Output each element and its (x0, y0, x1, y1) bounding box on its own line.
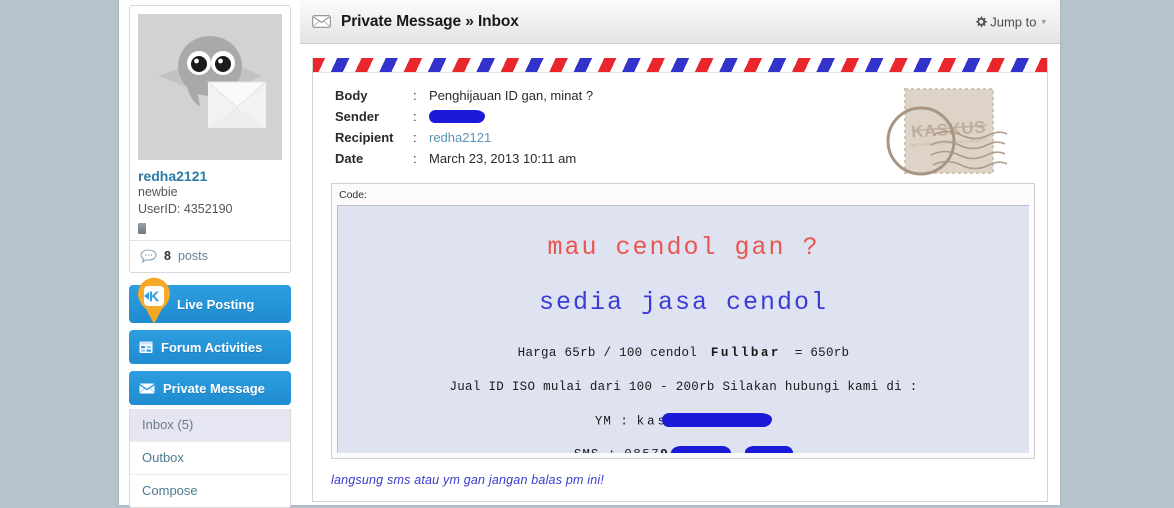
sidebar-item-forum-activities[interactable]: Forum Activities (129, 330, 291, 364)
message-footer-note: langsung sms atau ym gan jangan balas pm… (331, 473, 605, 487)
sidebar-item-private-message[interactable]: Private Message (129, 371, 291, 405)
page-title-separator: » (465, 12, 474, 30)
code-ym-label: YM : (594, 414, 629, 429)
main-content: Private Message » Inbox Jump to ▾ Body:… (300, 0, 1060, 505)
profile-rank: newbie (138, 185, 178, 199)
code-sms-label: SMS : (574, 447, 617, 453)
field-value-sender (429, 108, 593, 129)
code-sms-value: 0857 (624, 447, 660, 453)
jump-to-label: Jump to (990, 14, 1037, 29)
code-sms-line: SMS : 08579 (338, 445, 1029, 453)
code-headline-blue: sedia jasa cendol (538, 287, 829, 317)
posts-count: 8 (164, 249, 171, 263)
submenu-item-inbox[interactable]: Inbox (5) (130, 409, 290, 442)
profile-card: redha2121 newbie UserID: 4352190 8 posts (129, 5, 291, 273)
table-row: Sender : (335, 108, 593, 129)
sidebar-item-label: Forum Activities (161, 339, 263, 355)
field-label: Date (335, 151, 364, 166)
field-colon: : (413, 151, 417, 166)
page-title-primary: Private Message (341, 12, 461, 30)
avatar[interactable] (138, 14, 282, 160)
airmail-border (313, 58, 1047, 73)
field-label: Sender (335, 109, 380, 124)
field-colon: : (413, 109, 417, 124)
redaction-mark (745, 446, 794, 453)
field-label: Recipient (335, 130, 394, 145)
sidebar-item-label: Live Posting (177, 296, 255, 312)
field-value-date: March 23, 2013 10:11 am (429, 151, 577, 166)
sidebar-nav: K Live Posting Forum Activities Private … (129, 277, 291, 508)
member-badge-icon (138, 223, 146, 234)
field-label: Body (335, 88, 368, 103)
message-fields-table: Body : Penghijauan ID gan, minat ? Sende… (335, 87, 593, 171)
svg-text:K: K (149, 288, 159, 304)
field-colon: : (413, 130, 417, 145)
jump-to-button[interactable]: Jump to ▾ (975, 14, 1046, 29)
calendar-grid-icon (139, 341, 153, 353)
code-sell-line: Jual ID ISO mulai dari 100 - 200rb Silak… (449, 379, 918, 394)
table-row: Date : March 23, 2013 10:11 am (335, 150, 593, 171)
submenu-item-compose[interactable]: Compose (130, 475, 290, 507)
code-price-suffix: = 650rb (794, 345, 850, 360)
code-block-content: mau cendol gan ? sedia jasa cendol Harga… (337, 205, 1029, 453)
table-row: Body : Penghijauan ID gan, minat ? (335, 87, 593, 108)
speech-bubble-icon (140, 249, 157, 263)
profile-userid: UserID: 4352190 (138, 202, 233, 216)
redaction-mark (662, 413, 773, 428)
kaskus-pin-icon: K (138, 277, 170, 324)
code-block: Code: mau cendol gan ? sedia jasa cendol… (331, 183, 1035, 459)
profile-username[interactable]: redha2121 (138, 168, 282, 184)
code-headline-red: mau cendol gan ? (547, 233, 820, 262)
postage-stamp: KASKUS THE LARGEST INDONESIAN COMMUNITY (875, 83, 1025, 183)
field-colon: : (413, 88, 417, 103)
code-ym-line: YM : kas (338, 413, 1029, 429)
page-title-secondary: Inbox (477, 12, 519, 30)
code-price-line: Harga 65rb / 100 cendol Fullbar = 650rb (338, 346, 1029, 360)
posts-label: posts (177, 249, 208, 263)
sidebar-item-label: Private Message (163, 380, 265, 396)
submenu-item-outbox[interactable]: Outbox (130, 442, 290, 475)
envelope-icon (312, 15, 331, 28)
field-value-body: Penghijauan ID gan, minat ? (429, 88, 594, 103)
message-meta: Body : Penghijauan ID gan, minat ? Sende… (313, 73, 1047, 177)
sidebar: redha2121 newbie UserID: 4352190 8 posts (129, 5, 291, 508)
code-price-prefix: Harga 65rb / 100 cendol (517, 345, 698, 360)
posts-row: 8 posts (138, 241, 282, 272)
message-envelope: Body : Penghijauan ID gan, minat ? Sende… (312, 58, 1048, 502)
kaskus-stamp-icon: KASKUS THE LARGEST INDONESIAN COMMUNITY (886, 88, 1008, 176)
page-header: Private Message » Inbox Jump to ▾ (300, 0, 1060, 44)
code-sms-value-2: 9 (660, 447, 668, 453)
sidebar-item-live-posting[interactable]: K Live Posting (129, 277, 291, 324)
private-message-submenu: Inbox (5) Outbox Compose (129, 409, 291, 508)
code-price-fullbar: Fullbar (710, 345, 781, 360)
page-title: Private Message » Inbox (341, 13, 519, 31)
page-root: redha2121 newbie UserID: 4352190 8 posts (0, 0, 1174, 508)
gear-icon (976, 16, 988, 28)
redaction-mark (671, 445, 732, 453)
redaction-mark (429, 110, 485, 124)
envelope-icon (139, 383, 155, 393)
chevron-down-icon: ▾ (1041, 16, 1046, 26)
table-row: Recipient : redha2121 (335, 129, 593, 150)
code-block-label: Code: (339, 189, 368, 201)
field-value-recipient[interactable]: redha2121 (429, 129, 593, 150)
owl-with-envelope-avatar-icon (138, 14, 282, 160)
